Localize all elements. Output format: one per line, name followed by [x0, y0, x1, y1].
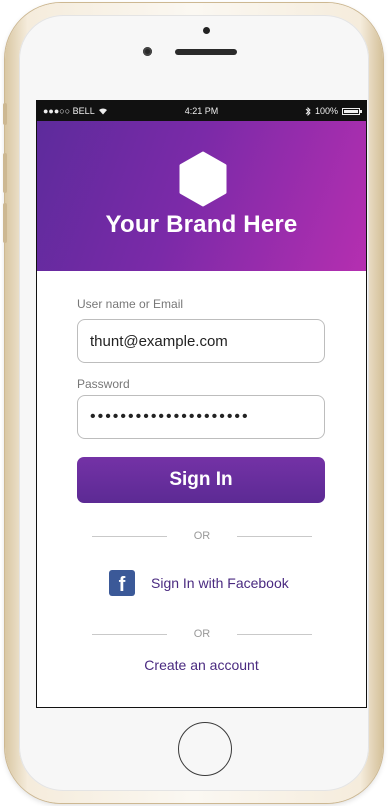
- brand-header: Your Brand Here: [37, 121, 366, 271]
- create-account-link[interactable]: Create an account: [37, 657, 366, 673]
- sign-in-button[interactable]: Sign In: [77, 457, 325, 503]
- facebook-icon: f: [109, 570, 135, 596]
- username-input[interactable]: [77, 319, 325, 363]
- proximity-sensor: [203, 27, 210, 34]
- battery-icon: [342, 107, 362, 115]
- brand-title: Your Brand Here: [105, 211, 298, 238]
- status-bar: ●●●○○ BELL 4:21 PM 100%: [37, 101, 366, 121]
- password-label: Password: [77, 377, 130, 391]
- earpiece-speaker: [175, 49, 237, 55]
- facebook-sign-in-label: Sign In with Facebook: [151, 575, 289, 591]
- battery-percent: 100%: [314, 106, 338, 116]
- or-divider-2: OR: [92, 628, 312, 642]
- divider-line: [237, 634, 312, 635]
- or-divider: OR: [92, 530, 312, 544]
- username-label: User name or Email: [77, 297, 184, 311]
- mute-switch: [3, 103, 7, 125]
- phone-screen: ●●●○○ BELL 4:21 PM 100% Your Brand Here …: [36, 100, 367, 708]
- bluetooth-icon: [305, 106, 311, 116]
- facebook-sign-in-button[interactable]: f Sign In with Facebook: [109, 569, 289, 597]
- volume-up-button: [3, 153, 7, 193]
- front-camera-icon: [143, 47, 152, 56]
- volume-down-button: [3, 203, 7, 243]
- hexagon-logo-icon: [179, 151, 227, 207]
- home-button[interactable]: [178, 722, 232, 776]
- password-input[interactable]: [77, 395, 325, 439]
- divider-line: [237, 536, 312, 537]
